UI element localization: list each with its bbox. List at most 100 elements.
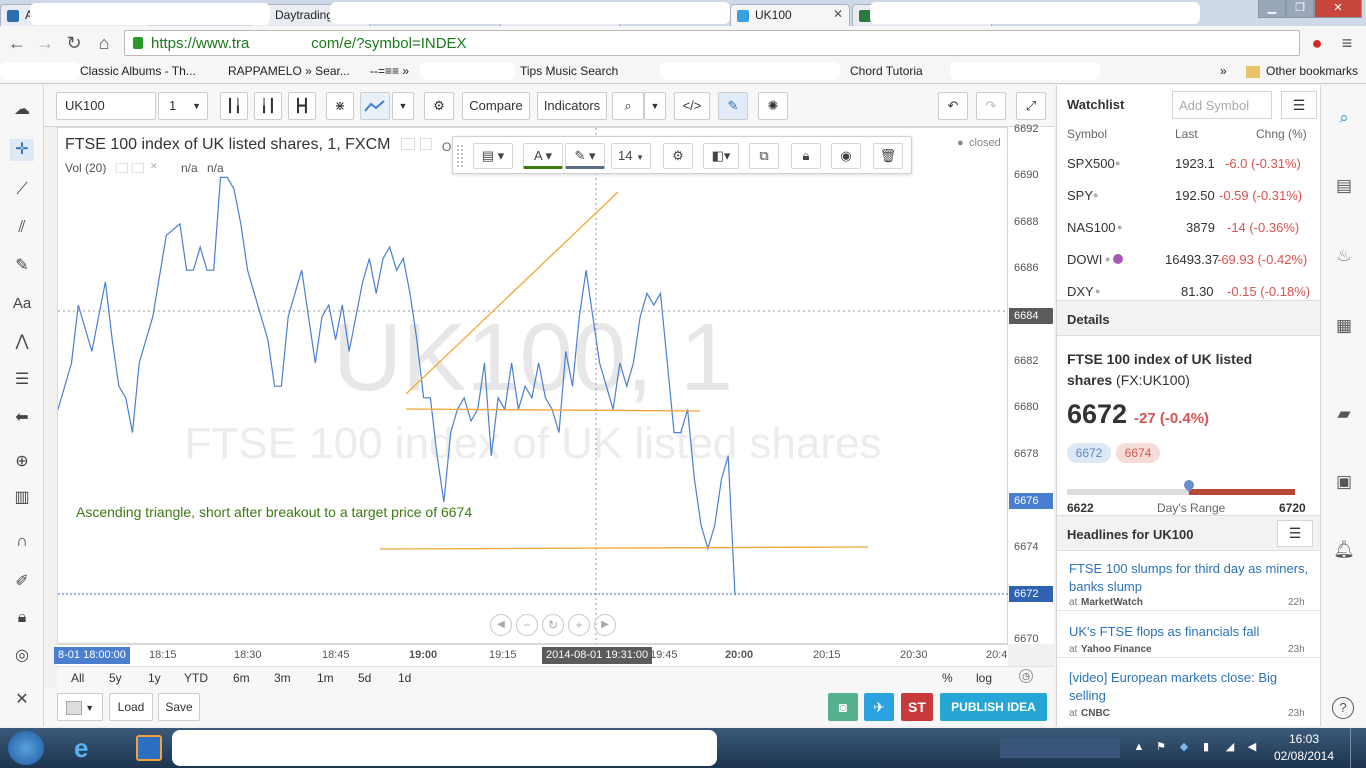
snapshot-camera-icon[interactable]: ◙ xyxy=(828,693,858,721)
range-1m[interactable]: 1m xyxy=(317,671,334,685)
dropbox-icon[interactable]: ◆ xyxy=(1178,741,1190,753)
reset-chart-icon[interactable]: ↻ xyxy=(542,614,564,636)
range-1y[interactable]: 1y xyxy=(148,671,161,685)
range-5d[interactable]: 5d xyxy=(358,671,371,685)
browser-tab-active[interactable]: UK100 ✕ xyxy=(730,4,850,26)
hollow-candles-icon[interactable]: ┣┫ xyxy=(288,92,316,120)
headline-item[interactable]: [video] European markets close: Big sell… xyxy=(1057,659,1321,721)
volume-eye-icon[interactable] xyxy=(116,163,128,173)
bookmark-item[interactable]: Chord Tutoria xyxy=(850,64,923,78)
back-arrow-icon[interactable]: ← xyxy=(6,32,28,54)
log-scale-toggle[interactable]: log xyxy=(976,671,992,685)
zoom-out-icon[interactable]: − xyxy=(516,614,538,636)
headlines-header[interactable]: Headlines for UK100 ☰ xyxy=(1057,515,1321,551)
details-header[interactable]: Details xyxy=(1057,300,1321,336)
volume-icon[interactable]: ◀ xyxy=(1246,741,1258,753)
text-tool-icon[interactable]: Aa xyxy=(10,293,34,315)
hotlist-flame-icon[interactable]: ♨ xyxy=(1332,245,1356,267)
trend-line-icon[interactable]: ⟋ xyxy=(10,179,34,201)
volume-remove-icon[interactable]: ✕ xyxy=(150,161,158,172)
publish-idea-button[interactable]: PUBLISH IDEA xyxy=(940,693,1047,721)
line-color-pencil-icon[interactable]: ✎ ▾ xyxy=(565,143,605,169)
show-desktop-button[interactable] xyxy=(1350,728,1366,768)
tray-expand-icon[interactable]: ▲ xyxy=(1133,741,1145,753)
scroll-right-icon[interactable]: ▶ xyxy=(594,614,616,636)
drag-handle-icon[interactable] xyxy=(457,145,463,167)
price-axis[interactable]: 6692 6690 6688 6686 6684 6682 6680 6678 6676 6674… xyxy=(1008,123,1054,645)
chart-annotation-text[interactable]: Ascending triangle, short after breakout… xyxy=(76,504,472,520)
bookmarks-overflow-icon[interactable]: » xyxy=(1220,64,1227,78)
chart-pane[interactable]: UK100, 1 FTSE 100 index of UK listed sha… xyxy=(57,127,1009,645)
drawing-settings-gear-icon[interactable]: ⚙ xyxy=(663,143,693,169)
forward-arrow-icon[interactable]: → xyxy=(34,32,56,54)
watchlist-menu-icon[interactable]: ☰ xyxy=(1281,91,1317,119)
fullscreen-icon[interactable]: ⤢ xyxy=(1016,92,1046,120)
range-6m[interactable]: 6m xyxy=(233,671,250,685)
economic-calendar-icon[interactable]: ▦ xyxy=(1332,315,1356,337)
column-last[interactable]: Last xyxy=(1175,127,1198,141)
reload-icon[interactable]: ↻ xyxy=(63,32,85,54)
font-size-select[interactable]: 14 ▼ xyxy=(611,143,651,169)
compare-button[interactable]: Compare xyxy=(462,92,530,120)
hide-drawings-icon[interactable]: ◎ xyxy=(10,645,34,667)
chart-style-dropdown-icon[interactable]: ▼ xyxy=(392,92,414,120)
watchlist-row[interactable]: DOWI ● 16493.37 -69.93 (-0.42%) xyxy=(1057,244,1321,276)
close-tab-icon[interactable]: ✕ xyxy=(833,7,843,21)
idea-bulb-icon[interactable]: ✺ xyxy=(758,92,788,120)
headlines-menu-icon[interactable]: ☰ xyxy=(1277,520,1313,547)
maximize-icon[interactable]: ❐ xyxy=(1286,0,1314,18)
hide-drawing-eye-icon[interactable]: ◉ xyxy=(831,143,861,169)
bars-style-icon[interactable]: ╽┃ xyxy=(254,92,282,120)
window-close-icon[interactable]: ✕ xyxy=(1314,0,1362,18)
stocktwits-button[interactable]: ST xyxy=(901,693,933,721)
load-button[interactable]: Load xyxy=(109,693,153,721)
zoom-in-chart-icon[interactable]: + xyxy=(568,614,590,636)
twitter-icon[interactable]: ✈ xyxy=(864,693,894,721)
search-icon[interactable]: ⌕ xyxy=(612,92,644,120)
zoom-in-icon[interactable]: ⊕ xyxy=(10,451,34,473)
notifications-bell-icon[interactable]: 🔔︎ xyxy=(1332,539,1356,561)
crosshair-icon[interactable]: ✛ xyxy=(10,139,34,161)
bookmark-item[interactable]: --=≡≡ » xyxy=(370,64,409,78)
stay-in-drawing-mode-icon[interactable]: ✐ xyxy=(10,571,34,593)
time-axis[interactable]: 8-01 18:00:00 18:15 18:30 18:45 19:00 19:15 20… xyxy=(54,644,1008,666)
legend-more-icon[interactable] xyxy=(420,138,432,150)
pitchfork-icon[interactable]: ⫽ xyxy=(10,217,34,239)
interval-select[interactable]: 1 ▼ xyxy=(158,92,208,120)
drawing-brush-icon[interactable]: ✎ xyxy=(718,92,748,120)
range-3m[interactable]: 3m xyxy=(274,671,291,685)
remove-drawings-icon[interactable]: ✕ xyxy=(10,689,34,711)
percent-scale-toggle[interactable]: % xyxy=(942,671,953,685)
headline-item[interactable]: FTSE 100 slumps for third day as miners,… xyxy=(1057,551,1321,611)
delete-trash-icon[interactable]: 🗑︎ xyxy=(873,143,903,169)
lock-drawing-icon[interactable]: 🔒︎ xyxy=(791,143,821,169)
column-symbol[interactable]: Symbol xyxy=(1067,127,1107,141)
watchlist-row[interactable]: SPX500 ● 1923.1 -6.0 (-0.31%) xyxy=(1057,148,1321,180)
measure-icon[interactable]: ▥ xyxy=(10,487,34,509)
legend-settings-icon[interactable] xyxy=(401,138,415,150)
watchlist-row[interactable]: DXY ● 81.30 -0.15 (-0.18%) xyxy=(1057,276,1321,300)
layout-color-select[interactable]: ▼ xyxy=(57,693,103,721)
embed-code-icon[interactable]: </> xyxy=(674,92,710,120)
text-color-icon[interactable]: A ▾ xyxy=(523,143,563,169)
help-icon[interactable]: ? xyxy=(1332,697,1354,719)
template-icon[interactable]: ▤ ▾ xyxy=(473,143,513,169)
brush-icon[interactable]: ✎ xyxy=(10,255,34,277)
media-player-icon[interactable] xyxy=(136,735,162,761)
watchlist-row[interactable]: SPY ● 192.50 -0.59 (-0.31%) xyxy=(1057,180,1321,212)
range-all[interactable]: All xyxy=(71,671,84,685)
redo-icon[interactable]: ↷ xyxy=(976,92,1006,120)
clone-icon[interactable]: ⧉ xyxy=(749,143,779,169)
scroll-left-icon[interactable]: ◀ xyxy=(490,614,512,636)
target-price-line[interactable] xyxy=(379,546,869,550)
line-style-icon[interactable] xyxy=(360,92,390,120)
bookmark-item[interactable]: Tips Music Search xyxy=(520,64,618,78)
timezone-clock-icon[interactable]: ◷ xyxy=(1019,669,1033,683)
fib-retracement-icon[interactable]: ☰ xyxy=(10,369,34,391)
bookmark-item[interactable]: RAPPAMELO » Sear... xyxy=(228,64,350,78)
price-chart[interactable]: UK100, 1 FTSE 100 index of UK listed sha… xyxy=(58,128,1009,645)
settings-gear-icon[interactable]: ⚙ xyxy=(424,92,454,120)
battery-icon[interactable]: ▮ xyxy=(1200,741,1212,753)
internet-explorer-icon[interactable]: e xyxy=(74,734,104,762)
visibility-order-icon[interactable]: ◧▾ xyxy=(703,143,739,169)
